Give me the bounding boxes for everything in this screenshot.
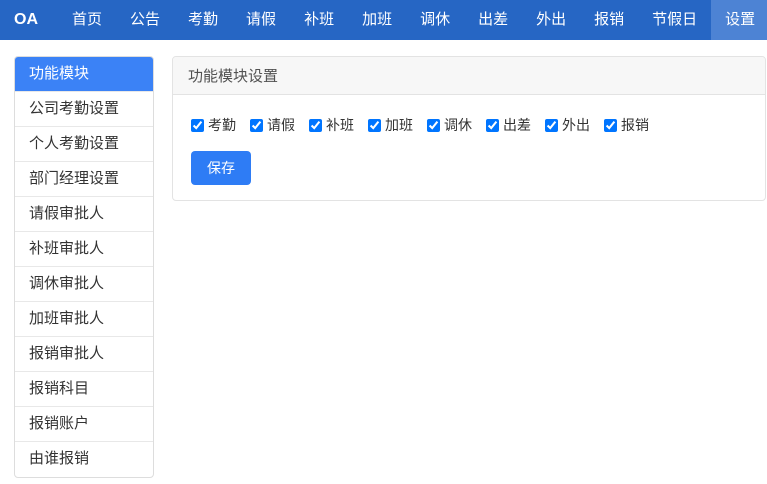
top-navbar: OA 首页 公告 考勤 请假 补班 加班 调休 出差 外出 报销 节假日 设置	[0, 0, 767, 40]
sidebar-item-leave-approver[interactable]: 请假审批人	[15, 197, 153, 232]
module-checkbox-input[interactable]	[604, 118, 617, 132]
nav-menu: 首页 公告 考勤 请假 补班 加班 调休 出差 外出 报销 节假日 设置	[58, 0, 767, 40]
module-checkbox-input[interactable]	[309, 118, 322, 132]
brand-logo[interactable]: OA	[14, 0, 38, 40]
module-checkbox-label: 调休	[444, 117, 472, 133]
nav-item-makeup-shift[interactable]: 补班	[290, 0, 348, 40]
save-button[interactable]: 保存	[191, 151, 251, 185]
module-checkbox-group: 考勤 请假 补班 加班 调休 出差 外出 报销	[191, 115, 750, 135]
sidebar-item-department-manager-settings[interactable]: 部门经理设置	[15, 162, 153, 197]
nav-item-attendance[interactable]: 考勤	[174, 0, 232, 40]
module-checkbox-input[interactable]	[545, 118, 558, 132]
function-modules-panel: 功能模块设置 考勤 请假 补班 加班 调休 出差 外出 报销 保存	[172, 56, 766, 201]
module-checkbox-input[interactable]	[486, 118, 499, 132]
module-checkbox-label: 加班	[385, 117, 413, 133]
nav-item-home[interactable]: 首页	[58, 0, 116, 40]
module-checkbox-label: 请假	[267, 117, 295, 133]
sidebar-item-reimbursement-account[interactable]: 报销账户	[15, 407, 153, 442]
module-checkbox-makeup-shift[interactable]: 补班	[309, 115, 354, 135]
sidebar-item-comp-leave-approver[interactable]: 调休审批人	[15, 267, 153, 302]
module-checkbox-reimbursement[interactable]: 报销	[604, 115, 649, 135]
main-area: 功能模块设置 考勤 请假 补班 加班 调休 出差 外出 报销 保存	[172, 56, 766, 201]
module-checkbox-label: 报销	[621, 117, 649, 133]
module-checkbox-attendance[interactable]: 考勤	[191, 115, 236, 135]
sidebar-item-reimbursed-by[interactable]: 由谁报销	[15, 442, 153, 477]
module-checkbox-label: 考勤	[208, 117, 236, 133]
module-checkbox-out[interactable]: 外出	[545, 115, 590, 135]
sidebar-item-function-modules[interactable]: 功能模块	[15, 57, 153, 92]
module-checkbox-label: 外出	[562, 117, 590, 133]
module-checkbox-comp-leave[interactable]: 调休	[427, 115, 472, 135]
module-checkbox-leave[interactable]: 请假	[250, 115, 295, 135]
nav-item-out[interactable]: 外出	[522, 0, 580, 40]
sidebar-item-reimbursement-category[interactable]: 报销科目	[15, 372, 153, 407]
module-checkbox-business-trip[interactable]: 出差	[486, 115, 531, 135]
panel-title: 功能模块设置	[173, 57, 765, 95]
module-checkbox-input[interactable]	[427, 118, 440, 132]
sidebar-item-personal-attendance-settings[interactable]: 个人考勤设置	[15, 127, 153, 162]
nav-item-holiday[interactable]: 节假日	[638, 0, 711, 40]
nav-item-leave[interactable]: 请假	[232, 0, 290, 40]
settings-sidebar: 功能模块 公司考勤设置 个人考勤设置 部门经理设置 请假审批人 补班审批人 调休审批人 加班审…	[14, 56, 154, 478]
content-area: 功能模块 公司考勤设置 个人考勤设置 部门经理设置 请假审批人 补班审批人 调休审批人 加班审…	[0, 40, 767, 478]
module-checkbox-label: 补班	[326, 117, 354, 133]
module-checkbox-input[interactable]	[191, 118, 204, 132]
sidebar-item-company-attendance-settings[interactable]: 公司考勤设置	[15, 92, 153, 127]
sidebar-item-reimbursement-approver[interactable]: 报销审批人	[15, 337, 153, 372]
panel-body: 考勤 请假 补班 加班 调休 出差 外出 报销 保存	[173, 95, 765, 200]
sidebar-item-overtime-approver[interactable]: 加班审批人	[15, 302, 153, 337]
module-checkbox-label: 出差	[503, 117, 531, 133]
module-checkbox-overtime[interactable]: 加班	[368, 115, 413, 135]
nav-item-settings[interactable]: 设置	[711, 0, 767, 40]
nav-item-comp-leave[interactable]: 调休	[406, 0, 464, 40]
module-checkbox-input[interactable]	[368, 118, 381, 132]
nav-item-reimbursement[interactable]: 报销	[580, 0, 638, 40]
nav-item-announcement[interactable]: 公告	[116, 0, 174, 40]
nav-item-business-trip[interactable]: 出差	[464, 0, 522, 40]
nav-item-overtime[interactable]: 加班	[348, 0, 406, 40]
module-checkbox-input[interactable]	[250, 118, 263, 132]
sidebar-item-makeup-shift-approver[interactable]: 补班审批人	[15, 232, 153, 267]
